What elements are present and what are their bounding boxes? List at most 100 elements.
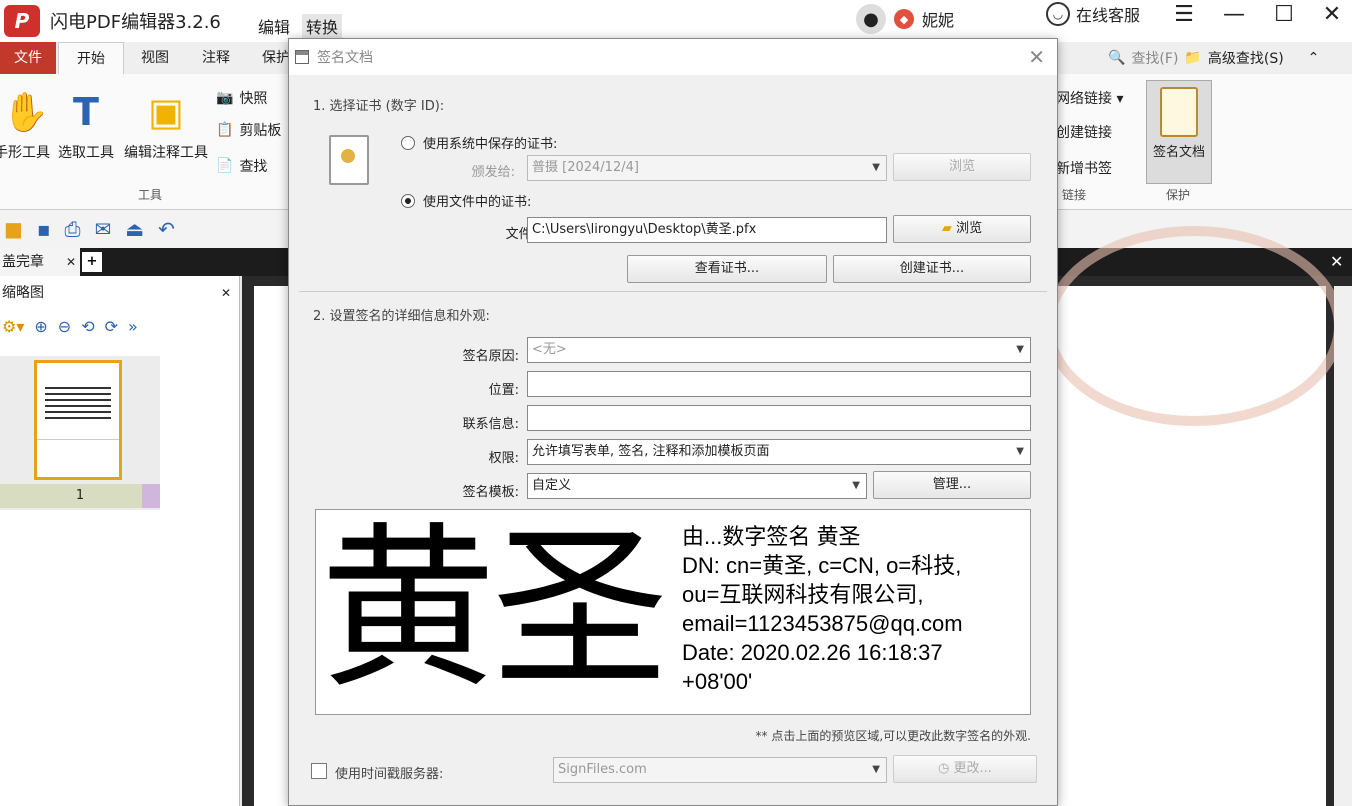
open-folder-icon[interactable]: ■ [4, 217, 23, 241]
issued-to-label: 颁发给: [471, 165, 515, 180]
annotation-icon: ▣ [148, 90, 184, 134]
select-tool[interactable]: T 选取工具 [56, 82, 116, 162]
hand-tool[interactable]: ✋ 手形工具 [0, 82, 52, 162]
user-area[interactable]: ● ◆ 妮妮 [856, 4, 954, 34]
folder-search-icon: 📁 [1184, 50, 1202, 66]
find-doc-icon: 📄 [216, 158, 234, 174]
username[interactable]: 妮妮 [922, 7, 954, 31]
manage-templates-button[interactable]: 管理... [873, 471, 1031, 499]
seal-stamp [1044, 226, 1344, 426]
find-tool[interactable]: 📄 查找 [216, 156, 267, 176]
radio-system-cert-circle[interactable] [401, 135, 415, 150]
sign-document-button[interactable]: 签名文档 [1146, 80, 1212, 184]
more-icon[interactable]: » [128, 317, 138, 336]
timestamp-server-select[interactable]: SignFiles.com ▼ [553, 757, 887, 783]
new-bookmark-button[interactable]: 新增书签 [1056, 158, 1112, 178]
print-icon[interactable]: ⎙ [64, 217, 80, 241]
tab-file[interactable]: 文件 [0, 42, 56, 74]
snapshot-tool[interactable]: 📷 快照 [216, 88, 267, 108]
certificate-icon [329, 135, 369, 185]
tab-home[interactable]: 开始 [58, 42, 124, 74]
template-label: 签名模板: [462, 485, 519, 500]
thumbnail-pane: 缩略图 ✕ ⚙▾ ⊕ ⊖ ⟲ ⟳ » 1 [0, 276, 240, 806]
add-tab-icon[interactable]: + [82, 252, 102, 272]
template-select[interactable]: 自定义 ▼ [527, 473, 867, 499]
browse-system-button[interactable]: 浏览 [893, 153, 1031, 181]
hand-tool-label: 手形工具 [0, 145, 50, 161]
top-menu: 编辑 转换 [254, 14, 343, 38]
tab-view[interactable]: 视图 [132, 42, 178, 74]
scan-icon[interactable]: ⏏ [125, 217, 144, 241]
radio-file-cert-circle[interactable] [401, 193, 415, 208]
collapse-ribbon-icon[interactable]: ⌃ [1308, 50, 1320, 66]
create-link-button[interactable]: 创建链接 [1056, 122, 1112, 142]
chevron-down-icon: ▼ [852, 480, 860, 491]
settings-gear-icon[interactable]: ⚙▾ [2, 317, 24, 336]
clipboard-tool[interactable]: 📋 剪贴板 [216, 120, 288, 140]
web-link-button[interactable]: 网络链接 ▾ [1056, 88, 1123, 108]
zoom-out-icon[interactable]: ⊖ [58, 317, 71, 336]
view-certificate-button[interactable]: 查看证书... [627, 255, 827, 283]
sign-document-dialog: 签名文档 ✕ 1. 选择证书 (数字 ID): 使用系统中保存的证书: 颁发给:… [288, 38, 1058, 806]
close-pane-icon[interactable]: ✕ [221, 276, 231, 310]
menu-edit[interactable]: 编辑 [254, 14, 294, 38]
app-title: 闪电PDF编辑器3.2.6 [50, 12, 221, 33]
sig-line: email=1123453875@qq.com [682, 611, 963, 636]
location-input[interactable] [527, 371, 1031, 397]
thumbnail-divider [37, 439, 119, 440]
smile-icon: ◡ [1046, 2, 1070, 26]
find-button[interactable]: 查找(F) [1131, 48, 1178, 68]
radio-file-cert[interactable]: 使用文件中的证书: [401, 191, 531, 210]
wechat-icon[interactable]: ● [856, 4, 886, 34]
advanced-find-button[interactable]: 高级查找(S) [1208, 48, 1284, 68]
maximize-button[interactable]: ☐ [1264, 0, 1304, 28]
contact-input[interactable] [527, 405, 1031, 431]
group-label-protect: 保护 [1166, 188, 1191, 202]
undo-icon[interactable]: ↶ [158, 217, 175, 241]
browse-file-button[interactable]: ▰ 浏览 [893, 215, 1031, 243]
issued-to-select[interactable]: 普摄 [2024/12/4] ▼ [527, 155, 887, 181]
close-tab-icon[interactable]: ✕ [66, 248, 76, 276]
filename-input[interactable]: C:\Users\lirongyu\Desktop\黄圣.pfx [527, 217, 887, 243]
find-tool-label: 查找 [239, 159, 268, 175]
clipboard-icon: 📋 [216, 122, 234, 138]
dialog-title-bar: 签名文档 ✕ [289, 39, 1057, 75]
zoom-in-icon[interactable]: ⊕ [34, 317, 47, 336]
close-all-icon[interactable]: ✕ [1330, 252, 1348, 272]
permission-select[interactable]: 允许填写表单, 签名, 注释和添加模板页面 ▼ [527, 439, 1031, 465]
timestamp-label: 使用时间戳服务器: [335, 767, 444, 782]
menu-convert[interactable]: 转换 [302, 14, 343, 38]
document-tab[interactable]: 盖完章 ✕ [0, 248, 80, 276]
permission-label: 权限: [488, 451, 519, 466]
save-icon[interactable]: ▪ [37, 217, 51, 241]
vip-diamond-icon: ◆ [894, 9, 914, 29]
template-value: 自定义 [532, 478, 572, 493]
close-dialog-icon[interactable]: ✕ [1028, 45, 1045, 69]
change-server-button[interactable]: ◷ 更改... [893, 755, 1037, 783]
timestamp-checkbox[interactable] [311, 763, 327, 779]
email-icon[interactable]: ✉ [94, 217, 111, 241]
online-service-button[interactable]: ◡ 在线客服 [1046, 2, 1140, 26]
hamburger-menu-icon[interactable]: ☰ [1164, 0, 1204, 28]
rotate-right-icon[interactable]: ⟳ [105, 317, 118, 336]
close-window-button[interactable]: ✕ [1312, 0, 1352, 28]
edit-annotation-tool[interactable]: ▣ 编辑注释工具 [120, 82, 212, 162]
browse-file-label: 浏览 [956, 221, 983, 236]
tab-annotate[interactable]: 注释 [192, 42, 240, 74]
minimize-button[interactable]: — [1214, 0, 1254, 28]
thumbnail-page-1[interactable] [34, 360, 122, 480]
signature-preview[interactable]: 黄圣 由...数字签名 黄圣 DN: cn=黄圣, c=CN, o=科技, ou… [315, 509, 1031, 715]
section-divider [299, 291, 1047, 292]
create-certificate-button[interactable]: 创建证书... [833, 255, 1031, 283]
hand-icon: ✋ [2, 89, 50, 134]
vertical-scrollbar[interactable] [1334, 286, 1352, 806]
edit-annotation-label: 编辑注释工具 [124, 145, 208, 161]
page-thumbnail[interactable]: 1 [0, 356, 160, 510]
rotate-left-icon[interactable]: ⟲ [81, 317, 94, 336]
document-tab-label: 盖完章 [2, 254, 44, 270]
reason-select[interactable]: <无> ▼ [527, 337, 1031, 363]
radio-system-cert[interactable]: 使用系统中保存的证书: [401, 133, 557, 152]
section-signature-details: 2. 设置签名的详细信息和外观: [313, 309, 490, 324]
thumbnail-page-number: 1 [0, 484, 160, 508]
location-label: 位置: [488, 383, 519, 398]
